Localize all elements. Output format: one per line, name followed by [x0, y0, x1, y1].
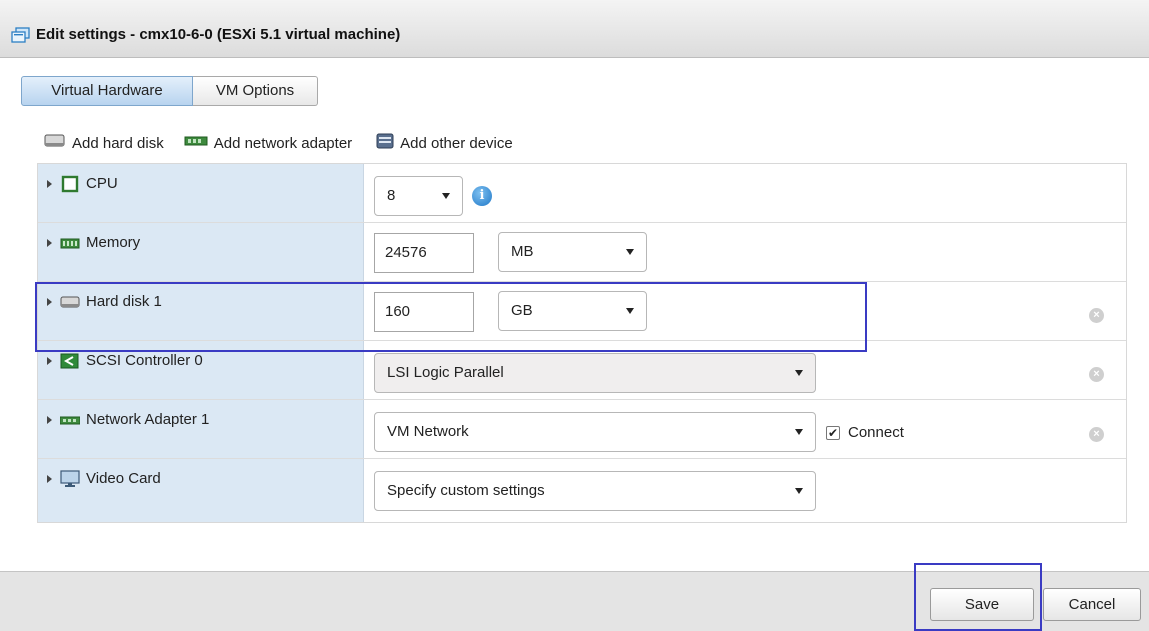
- cpu-count-select[interactable]: 8: [374, 176, 463, 216]
- expand-arrow-icon[interactable]: [47, 416, 52, 424]
- device-row-hard-disk: Hard disk 1 160 GB ×: [38, 282, 1126, 341]
- expand-arrow-icon[interactable]: [47, 357, 52, 365]
- device-toolbar: Add hard disk Add network adapter Add ot…: [44, 132, 513, 154]
- device-label-cell: Network Adapter 1: [38, 400, 364, 458]
- memory-size-input[interactable]: 24576: [374, 233, 474, 273]
- other-device-icon: [376, 132, 394, 154]
- network-adapter-icon: [59, 411, 81, 429]
- device-row-scsi-controller: SCSI Controller 0 LSI Logic Parallel ×: [38, 341, 1126, 400]
- expand-arrow-icon[interactable]: [47, 239, 52, 247]
- add-other-device-button[interactable]: Add other device: [376, 132, 513, 154]
- remove-device-icon[interactable]: ×: [1089, 427, 1104, 442]
- expand-arrow-icon[interactable]: [47, 475, 52, 483]
- chevron-down-icon: [626, 249, 634, 255]
- cpu-icon: [60, 175, 80, 193]
- network-select[interactable]: VM Network: [374, 412, 816, 452]
- device-name: Memory: [86, 234, 141, 251]
- device-row-cpu: CPU 8 i: [38, 164, 1126, 223]
- device-table: CPU 8 i Memory 24576 MB Hard disk 1 160 …: [37, 163, 1127, 523]
- chevron-down-icon: [626, 308, 634, 314]
- connect-label: Connect: [848, 424, 904, 441]
- device-row-network-adapter: Network Adapter 1 VM Network ✔ Connect ×: [38, 400, 1126, 459]
- video-card-icon: [60, 470, 80, 488]
- add-hard-disk-button[interactable]: Add hard disk: [44, 133, 164, 153]
- device-name: SCSI Controller 0: [86, 352, 203, 369]
- add-network-adapter-button[interactable]: Add network adapter: [184, 134, 352, 152]
- video-card-select[interactable]: Specify custom settings: [374, 471, 816, 511]
- device-label-cell: Video Card: [38, 459, 364, 522]
- add-network-adapter-label: Add network adapter: [213, 134, 353, 152]
- dialog-title: Edit settings - cmx10-6-0 (ESXi 5.1 virt…: [36, 26, 401, 43]
- save-button[interactable]: Save: [930, 588, 1034, 621]
- memory-icon: [60, 234, 80, 252]
- chevron-down-icon: [795, 370, 803, 376]
- scsi-controller-icon: [60, 352, 80, 370]
- expand-arrow-icon[interactable]: [47, 180, 52, 188]
- dialog-titlebar: Edit settings - cmx10-6-0 (ESXi 5.1 virt…: [0, 0, 1149, 58]
- connect-checkbox[interactable]: ✔: [826, 426, 840, 440]
- device-name: Video Card: [86, 470, 161, 487]
- tab-virtual-hardware[interactable]: Virtual Hardware: [21, 76, 193, 106]
- device-label-cell: SCSI Controller 0: [38, 341, 364, 399]
- add-hard-disk-label: Add hard disk: [72, 134, 164, 152]
- hard-disk-icon: [44, 133, 66, 153]
- dialog-footer: Save Cancel: [0, 571, 1149, 631]
- info-icon[interactable]: i: [472, 186, 492, 206]
- network-adapter-icon: [184, 134, 208, 152]
- device-name: CPU: [86, 175, 118, 192]
- disk-size-input[interactable]: 160: [374, 292, 474, 332]
- remove-device-icon[interactable]: ×: [1089, 367, 1104, 382]
- device-row-video-card: Video Card Specify custom settings: [38, 459, 1126, 522]
- chevron-down-icon: [795, 488, 803, 494]
- expand-arrow-icon[interactable]: [47, 298, 52, 306]
- tab-bar: Virtual Hardware VM Options: [21, 76, 318, 106]
- device-name: Hard disk 1: [86, 293, 162, 310]
- device-label-cell: Memory: [38, 223, 364, 281]
- add-other-device-label: Add other device: [400, 134, 513, 152]
- disk-unit-select[interactable]: GB: [498, 291, 647, 331]
- device-name: Network Adapter 1: [86, 411, 210, 428]
- tab-vm-options[interactable]: VM Options: [193, 76, 318, 106]
- memory-unit-select[interactable]: MB: [498, 232, 647, 272]
- hard-disk-icon: [60, 293, 80, 311]
- device-row-memory: Memory 24576 MB: [38, 223, 1126, 282]
- chevron-down-icon: [795, 429, 803, 435]
- chevron-down-icon: [442, 193, 450, 199]
- scsi-type-select[interactable]: LSI Logic Parallel: [374, 353, 816, 393]
- remove-device-icon[interactable]: ×: [1089, 308, 1104, 323]
- cancel-button[interactable]: Cancel: [1043, 588, 1141, 621]
- virtual-machine-icon: [11, 27, 31, 43]
- device-label-cell: Hard disk 1: [38, 282, 364, 340]
- device-label-cell: CPU: [38, 164, 364, 222]
